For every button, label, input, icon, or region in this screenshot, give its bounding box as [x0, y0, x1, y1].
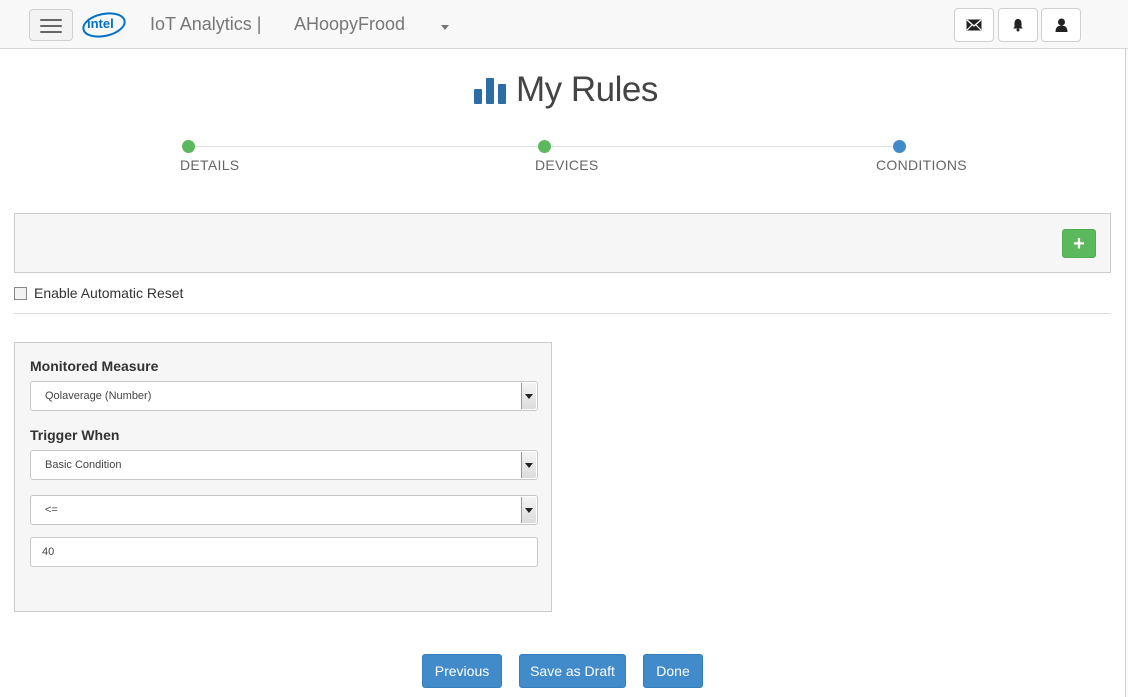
step-devices-dot[interactable]	[538, 140, 551, 153]
bell-icon	[1013, 19, 1023, 32]
envelope-icon	[966, 19, 982, 31]
trigger-when-select[interactable]: Basic Condition	[30, 450, 538, 480]
bar-chart-icon	[474, 78, 506, 104]
done-button[interactable]: Done	[643, 654, 703, 688]
trigger-when-label: Trigger When	[30, 427, 120, 443]
threshold-value-input[interactable]: 40	[30, 537, 538, 567]
top-navbar: intel IoT Analytics | AHoopyFrood	[0, 0, 1128, 49]
chevron-down-icon[interactable]	[521, 452, 536, 478]
step-details-dot[interactable]	[182, 140, 195, 153]
monitored-measure-value: Qolaverage (Number)	[45, 390, 152, 402]
operator-select[interactable]: <=	[30, 495, 538, 525]
enable-automatic-reset-label[interactable]: Enable Automatic Reset	[34, 285, 183, 301]
chevron-down-icon[interactable]	[521, 383, 536, 409]
page-title-text: My Rules	[516, 70, 658, 109]
conditions-panel: +	[14, 213, 1111, 273]
notifications-button[interactable]	[998, 8, 1038, 42]
monitored-measure-label: Monitored Measure	[30, 358, 159, 374]
enable-automatic-reset-row: Enable Automatic Reset	[14, 285, 183, 301]
user-icon	[1055, 18, 1067, 32]
user-profile-button[interactable]	[1041, 8, 1081, 42]
save-as-draft-button[interactable]: Save as Draft	[519, 654, 626, 688]
step-conditions-label[interactable]: CONDITIONS	[876, 157, 967, 173]
add-condition-button[interactable]: +	[1062, 229, 1096, 258]
logo-text: intel	[87, 16, 114, 31]
page-title: My Rules	[474, 70, 658, 110]
previous-button[interactable]: Previous	[422, 654, 502, 688]
hamburger-menu-icon[interactable]	[29, 9, 73, 41]
chevron-down-icon[interactable]	[521, 497, 536, 523]
account-selector[interactable]: AHoopyFrood	[294, 14, 405, 35]
step-devices-label[interactable]: DEVICES	[535, 157, 599, 173]
intel-logo[interactable]: intel	[81, 9, 127, 39]
condition-form-panel: Monitored Measure Qolaverage (Number) Tr…	[14, 342, 552, 612]
section-divider	[14, 313, 1111, 314]
account-dropdown-caret-icon[interactable]	[441, 25, 449, 30]
operator-value: <=	[45, 504, 58, 516]
monitored-measure-select[interactable]: Qolaverage (Number)	[30, 381, 538, 411]
trigger-when-value: Basic Condition	[45, 459, 122, 471]
step-details-label[interactable]: DETAILS	[180, 157, 239, 173]
enable-automatic-reset-checkbox[interactable]	[14, 286, 27, 300]
step-conditions-dot[interactable]	[893, 140, 906, 153]
brand-title[interactable]: IoT Analytics |	[150, 14, 261, 35]
messages-button[interactable]	[954, 8, 994, 42]
